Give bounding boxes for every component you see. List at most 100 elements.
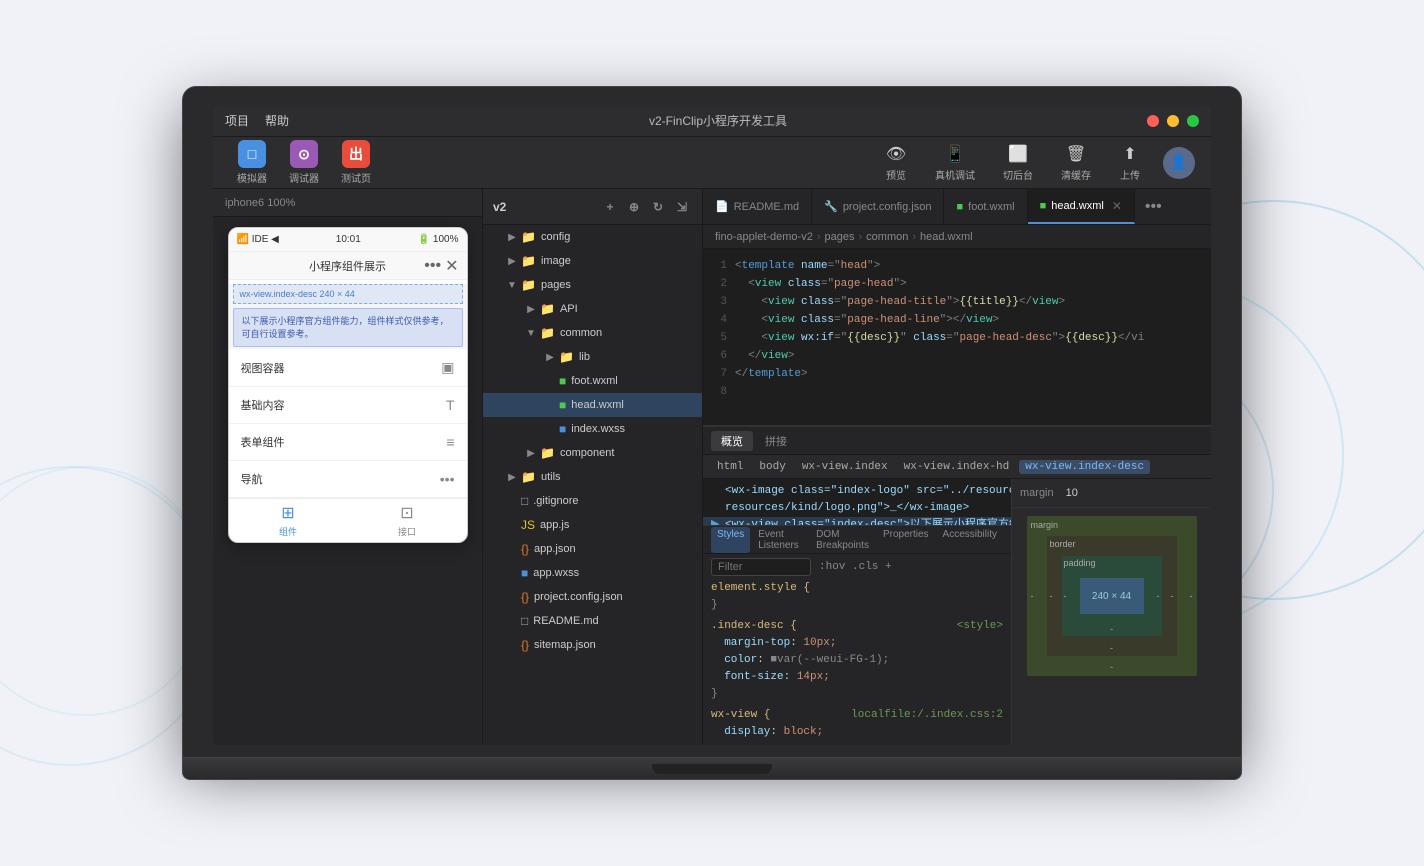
devtools-top-tabs: 概览 拼接 xyxy=(703,427,1211,455)
styles-tab-accessibility[interactable]: Accessibility xyxy=(937,527,1003,553)
test-icon: 出 xyxy=(342,140,370,168)
tree-item-foot-wxml[interactable]: ▶ ■ foot.wxml xyxy=(483,369,702,393)
devtools-tab-overview[interactable]: 概览 xyxy=(711,431,753,451)
code-lines: <template name="head"> <view class="page… xyxy=(735,249,1211,425)
filter-input[interactable] xyxy=(711,558,811,576)
new-file-button[interactable]: + xyxy=(600,197,620,217)
devtools-tab-concat[interactable]: 拼接 xyxy=(755,431,797,451)
devtools-arrow-1 xyxy=(711,500,725,517)
tree-item-index-wxss[interactable]: ▶ ■ index.wxss xyxy=(483,417,702,441)
menu-project[interactable]: 项目 xyxy=(225,112,249,129)
phone-nav-item-2[interactable]: 表单组件 ≡ xyxy=(229,424,467,461)
styles-tab-event-listeners[interactable]: Event Listeners xyxy=(752,527,808,553)
phone-nav-item-3[interactable]: 导航 ••• xyxy=(229,461,467,498)
tree-item-pages[interactable]: ▼ 📁 pages xyxy=(483,273,702,297)
devtools: 概览 拼接 html body wx-view.index wx-view.in… xyxy=(703,425,1211,745)
close-button[interactable] xyxy=(1147,115,1159,127)
title-bar-left: 项目 帮助 xyxy=(225,112,289,129)
tree-item-gitignore[interactable]: ▶ □ .gitignore xyxy=(483,489,702,513)
tab-project-config[interactable]: 🔧 project.config.json xyxy=(812,189,944,224)
interface-nav-icon: ⊡ xyxy=(400,503,413,523)
html-bc-body[interactable]: body xyxy=(753,460,791,474)
phone-nav-item-0[interactable]: 视图容器 ▣ xyxy=(229,349,467,387)
phone-component-label: wx-view.index-desc 240 × 44 xyxy=(233,284,463,304)
tree-item-api[interactable]: ▶ 📁 API xyxy=(483,297,702,321)
code-line-1: <template name="head"> xyxy=(735,257,1211,275)
css-comment-wx-view: localfile:/.index.css:2 xyxy=(851,707,1003,724)
html-bc-index-desc[interactable]: wx-view.index-desc xyxy=(1019,460,1150,474)
nav-label-1: 基础内容 xyxy=(241,397,285,413)
refresh-button[interactable]: ↻ xyxy=(648,197,668,217)
tree-item-app-wxss[interactable]: ▶ ■ app.wxss xyxy=(483,561,702,585)
maximize-button[interactable] xyxy=(1187,115,1199,127)
tab-foot-wxml[interactable]: ■ foot.wxml xyxy=(944,189,1027,224)
nav-label-0: 视图容器 xyxy=(241,360,285,376)
tree-item-image[interactable]: ▶ 📁 image xyxy=(483,249,702,273)
styles-tab-dom-breakpoints[interactable]: DOM Breakpoints xyxy=(810,527,875,553)
tree-item-config[interactable]: ▶ 📁 config xyxy=(483,225,702,249)
tree-item-app-js[interactable]: ▶ JS app.js xyxy=(483,513,702,537)
component-nav-label: 组件 xyxy=(279,525,297,538)
tree-item-app-json[interactable]: ▶ {} app.json xyxy=(483,537,702,561)
nav-icon-0: ▣ xyxy=(441,359,454,376)
styles-tab-properties[interactable]: Properties xyxy=(877,527,935,553)
window-controls xyxy=(1147,115,1199,127)
tree-item-readme[interactable]: ▶ □ README.md xyxy=(483,609,702,633)
html-bc-index[interactable]: wx-view.index xyxy=(796,460,894,474)
phone-nav-item-1[interactable]: 基础内容 T xyxy=(229,387,467,424)
phone-nav-component[interactable]: ⊞ 组件 xyxy=(229,499,348,542)
tree-item-utils[interactable]: ▶ 📁 utils xyxy=(483,465,702,489)
upload-button[interactable]: ⬆ 上传 xyxy=(1113,141,1147,184)
laptop-hinge xyxy=(652,764,772,774)
tab-more-button[interactable]: ••• xyxy=(1135,198,1172,216)
devtools-left: <wx-image class="index-logo" src="../res… xyxy=(703,479,1011,745)
folder-icon-common: 📁 xyxy=(540,326,555,340)
styles-tab-styles[interactable]: Styles xyxy=(711,527,750,553)
html-bc-html[interactable]: html xyxy=(711,460,749,474)
css-rule-index-desc: .index-desc { <style> margin-top: 10px; … xyxy=(711,618,1003,703)
tree-item-common[interactable]: ▼ 📁 common xyxy=(483,321,702,345)
minimize-button[interactable] xyxy=(1167,115,1179,127)
breadcrumb-bar: fino-applet-demo-v2 › pages › common › h… xyxy=(703,225,1211,249)
code-line-6: </view> xyxy=(735,347,1211,365)
tree-item-lib[interactable]: ▶ 📁 lib xyxy=(483,345,702,369)
debugger-button[interactable]: ⊙ 调试器 xyxy=(281,136,327,189)
code-line-4: <view class="page-head-line"></view> xyxy=(735,311,1211,329)
html-bc-index-hd[interactable]: wx-view.index-hd xyxy=(898,460,1016,474)
tab-close-icon[interactable]: ✕ xyxy=(1112,199,1122,213)
tree-item-sitemap[interactable]: ▶ {} sitemap.json xyxy=(483,633,702,657)
tab-head-wxml[interactable]: ■ head.wxml ✕ xyxy=(1028,189,1135,224)
test-button[interactable]: 出 测试页 xyxy=(333,136,379,189)
cut-backend-button[interactable]: ⬜ 切后台 xyxy=(997,141,1039,184)
real-test-icon: 📱 xyxy=(944,143,966,165)
tree-item-project-config[interactable]: ▶ {} project.config.json xyxy=(483,585,702,609)
simulator-header: iphone6 100% xyxy=(213,189,482,217)
phone-nav-interface[interactable]: ⊡ 接口 xyxy=(348,499,467,542)
box-model-margin-val: 10 xyxy=(1066,487,1078,499)
tree-label-foot-wxml: foot.wxml xyxy=(571,375,617,387)
tree-label-gitignore: .gitignore xyxy=(533,495,578,507)
clear-cache-button[interactable]: 🗑 清缓存 xyxy=(1055,141,1097,184)
real-test-button[interactable]: 📱 真机调试 xyxy=(929,141,981,184)
new-folder-button[interactable]: ⊕ xyxy=(624,197,644,217)
phone-app-title: 小程序组件展示 xyxy=(309,258,386,274)
tab-readme-icon: 📄 xyxy=(715,200,729,213)
menu-help[interactable]: 帮助 xyxy=(265,112,289,129)
code-area[interactable]: 12345678 <template name="head"> <view cl… xyxy=(703,249,1211,425)
debugger-label: 调试器 xyxy=(289,170,319,185)
tab-project-icon: 🔧 xyxy=(824,200,838,213)
css-comment-index-desc: <style> xyxy=(957,618,1003,635)
styles-panel-tabs: Styles Event Listeners DOM Breakpoints P… xyxy=(711,527,1003,553)
avatar[interactable]: 👤 xyxy=(1163,147,1195,179)
tab-readme[interactable]: 📄 README.md xyxy=(703,189,812,224)
tree-label-index-wxss: index.wxss xyxy=(571,423,625,435)
collapse-button[interactable]: ⇲ xyxy=(672,197,692,217)
tab-foot-icon: ■ xyxy=(956,201,963,213)
preview-button[interactable]: 👁 预览 xyxy=(879,141,913,184)
sim-phone: 📶 IDE ◀ 10:01 🔋 100% 小程序组件展示 ••• ✕ xyxy=(228,227,468,543)
tree-item-head-wxml[interactable]: ▶ ■ head.wxml xyxy=(483,393,702,417)
tree-label-readme: README.md xyxy=(533,615,598,627)
simulator-button[interactable]: □ 模拟器 xyxy=(229,136,275,189)
tree-item-component[interactable]: ▶ 📁 component xyxy=(483,441,702,465)
tree-label-utils: utils xyxy=(541,471,561,483)
